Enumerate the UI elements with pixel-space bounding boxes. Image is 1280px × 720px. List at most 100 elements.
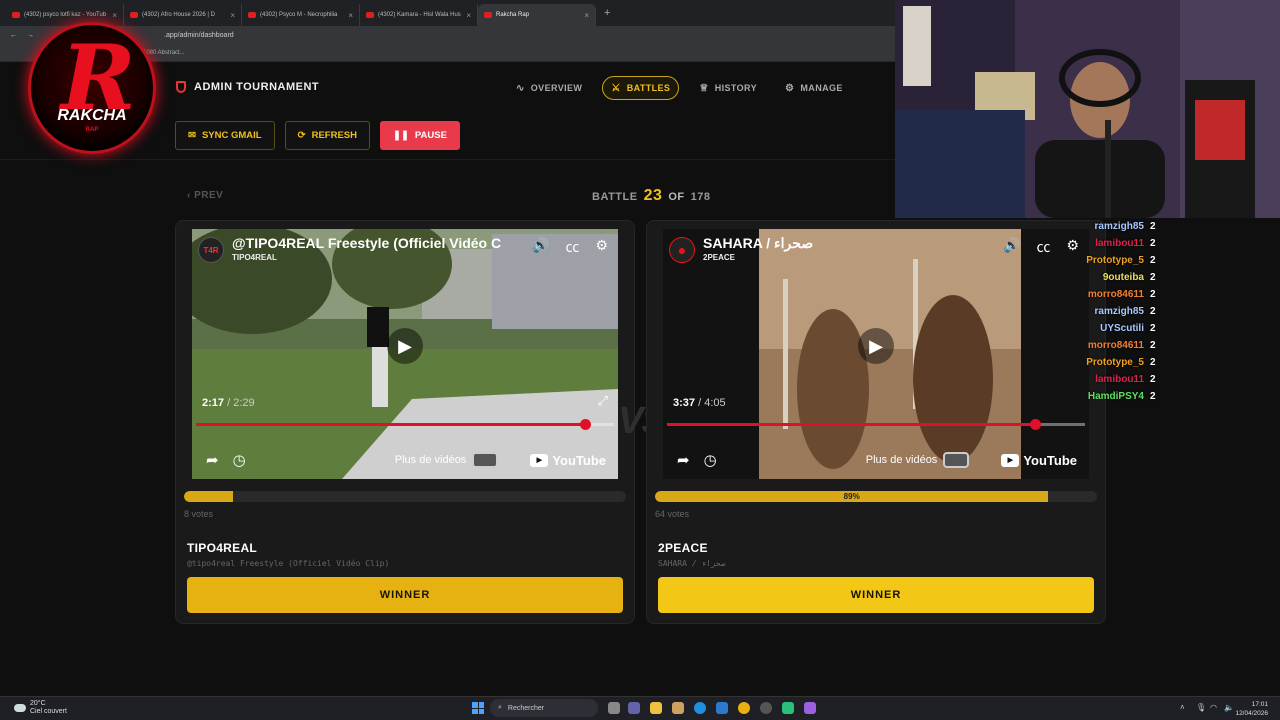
fullscreen-icon[interactable]: ⤢ <box>598 393 608 409</box>
channel-avatar[interactable]: T4R <box>198 237 224 263</box>
chrome-icon[interactable] <box>738 702 750 714</box>
close-tab-icon[interactable]: × <box>230 11 235 20</box>
close-tab-icon[interactable]: × <box>112 11 117 20</box>
admin-title: ADMIN TOURNAMENT <box>176 81 319 93</box>
vote-count: 64 votes <box>655 509 690 519</box>
microphone-icon[interactable]: 🎙 <box>1196 703 1206 712</box>
captions-icon[interactable]: ㏄ <box>565 237 579 257</box>
volume-tray-icon[interactable]: 🔈 <box>1224 703 1234 712</box>
weather-widget[interactable]: 20°C Ciel couvert <box>14 700 67 716</box>
swords-icon: ⚔ <box>611 82 621 94</box>
close-tab-icon[interactable]: × <box>348 11 353 20</box>
browser-tab-bar: (4302) psyco lotfi kaz - YouTub × (4302) … <box>0 0 895 26</box>
new-tab-icon[interactable]: + <box>604 7 610 19</box>
nav-overview[interactable]: ∿ OVERVIEW <box>508 76 590 100</box>
play-icon: ▶ <box>869 335 883 356</box>
edge-icon[interactable] <box>694 702 706 714</box>
channel-name[interactable]: 2PEACE <box>703 253 735 262</box>
chat-vote-list: ramzigh85 2 lamibou11 2 Prototype_5 2 9outeiba… <box>1030 218 1160 405</box>
volume-icon[interactable]: 🔊 <box>532 237 549 257</box>
chat-row: Prototype_5 2 <box>1030 252 1160 269</box>
youtube-player[interactable]: ● SAHARA / صحراء 2PEACE 🔊 ㏄ ⚙ ▶ 3:37 / 4… <box>663 229 1089 479</box>
tray-chevron-icon[interactable]: ˄ <box>1180 703 1185 712</box>
prev-battle-link[interactable]: ‹ PREV <box>187 190 223 201</box>
system-clock[interactable]: 17:01 12/04/2026 <box>1235 700 1268 718</box>
chat-row: morro84611 2 <box>1030 286 1160 303</box>
close-tab-icon[interactable]: × <box>466 11 471 20</box>
play-button[interactable]: ▶ <box>858 328 894 364</box>
channel-avatar[interactable]: ● <box>669 237 695 263</box>
nav-battles[interactable]: ⚔ BATTLES <box>602 76 680 100</box>
browser-tab[interactable]: (4302) Afro House 2026 | D × <box>124 4 242 26</box>
chat-username: lamibou11 <box>1095 238 1144 249</box>
video-title[interactable]: SAHARA / صحراء <box>703 235 813 252</box>
file-explorer-icon[interactable] <box>650 702 662 714</box>
forward-icon[interactable]: → <box>27 32 34 39</box>
volume-icon[interactable]: 🔊 <box>1003 237 1020 257</box>
teams-icon[interactable] <box>628 702 640 714</box>
winner-button[interactable]: WINNER <box>658 577 1094 613</box>
mail-app-icon[interactable] <box>716 702 728 714</box>
sync-gmail-button[interactable]: ✉ SYNC GMAIL <box>175 121 275 150</box>
share-icon[interactable]: ➦ <box>677 451 690 469</box>
browser-tab-active[interactable]: Rakcha Rap × <box>478 4 596 26</box>
more-videos-button[interactable]: Plus de vidéos <box>866 452 970 468</box>
browser-tab[interactable]: (4302) Psyco M - Necrophilia × <box>242 4 360 26</box>
nav-manage[interactable]: ⚙ MANAGE <box>777 76 851 100</box>
chat-vote-count: 2 <box>1150 323 1156 334</box>
close-tab-icon[interactable]: × <box>584 11 589 20</box>
play-button[interactable]: ▶ <box>387 328 423 364</box>
refresh-button[interactable]: ⟳ REFRESH <box>284 121 370 150</box>
more-videos-button[interactable]: Plus de vidéos <box>395 452 499 468</box>
app-icon[interactable] <box>782 702 794 714</box>
chat-username: 9outeiba <box>1102 272 1144 283</box>
video-time: 3:37 / 4:05 <box>673 397 726 409</box>
watch-later-icon[interactable]: ◷ <box>704 451 717 469</box>
chat-row: lamibou11 2 <box>1030 235 1160 252</box>
discord-icon[interactable] <box>804 702 816 714</box>
vote-bar: 89% <box>655 491 1097 502</box>
store-icon[interactable] <box>672 702 684 714</box>
player-bottom-controls: ➦ ◷ Plus de vidéos ▶ YouTube <box>206 451 606 469</box>
player-top-controls: 🔊 ㏄ ⚙ <box>532 237 608 257</box>
wifi-icon[interactable]: ◠ <box>1210 703 1217 712</box>
share-icon[interactable]: ➦ <box>206 451 219 469</box>
url-field[interactable]: .app/admin/dashboard <box>164 32 234 39</box>
task-view-icon[interactable] <box>608 702 620 714</box>
vote-count: 8 votes <box>184 509 214 519</box>
chat-vote-count: 2 <box>1150 340 1156 351</box>
pause-button[interactable]: ❚❚ PAUSE <box>379 121 460 150</box>
webcam-feed <box>895 0 1280 218</box>
youtube-favicon-icon <box>130 12 138 18</box>
watch-later-icon[interactable]: ◷ <box>233 451 246 469</box>
video-title[interactable]: @TIPO4REAL Freestyle (Officiel Vidéo C <box>232 235 501 251</box>
scrubber-handle[interactable] <box>1029 419 1041 430</box>
battle-counter: BATTLE 23 OF 178 <box>592 187 711 204</box>
windows-start-icon[interactable] <box>472 702 484 714</box>
nav-history[interactable]: ♕ HISTORY <box>691 76 765 100</box>
video-scrubber[interactable] <box>196 419 614 430</box>
youtube-favicon-icon <box>248 12 256 18</box>
settings-gear-icon[interactable]: ⚙ <box>595 237 608 257</box>
chat-row: HamdiPSY4 2 <box>1030 388 1160 405</box>
winner-button[interactable]: WINNER <box>187 577 623 613</box>
chat-vote-count: 2 <box>1150 306 1156 317</box>
back-icon[interactable]: ← <box>10 32 17 39</box>
chat-row: 9outeiba 2 <box>1030 269 1160 286</box>
chat-row: ramzigh85 2 <box>1030 218 1160 235</box>
pause-icon: ❚❚ <box>392 130 409 141</box>
youtube-logo[interactable]: ▶ YouTube <box>1001 453 1077 468</box>
chat-username: Prototype_5 <box>1086 357 1144 368</box>
channel-name[interactable]: TIPO4REAL <box>232 253 277 262</box>
vote-bar-fill <box>184 491 233 502</box>
chat-username: lamibou11 <box>1095 374 1144 385</box>
scrubber-handle[interactable] <box>579 419 591 430</box>
scrubber-progress <box>667 423 1035 426</box>
youtube-player[interactable]: T4R @TIPO4REAL Freestyle (Officiel Vidéo… <box>192 229 618 479</box>
browser-tab[interactable]: (4302) Kamara - Hisl Wala Hus × <box>360 4 478 26</box>
speedometer-icon[interactable] <box>760 702 772 714</box>
taskbar-search[interactable]: ⌕ Rechercher <box>490 699 598 717</box>
chat-vote-count: 2 <box>1150 255 1156 266</box>
youtube-logo[interactable]: ▶ YouTube <box>530 453 606 468</box>
video-scrubber[interactable] <box>667 419 1085 430</box>
